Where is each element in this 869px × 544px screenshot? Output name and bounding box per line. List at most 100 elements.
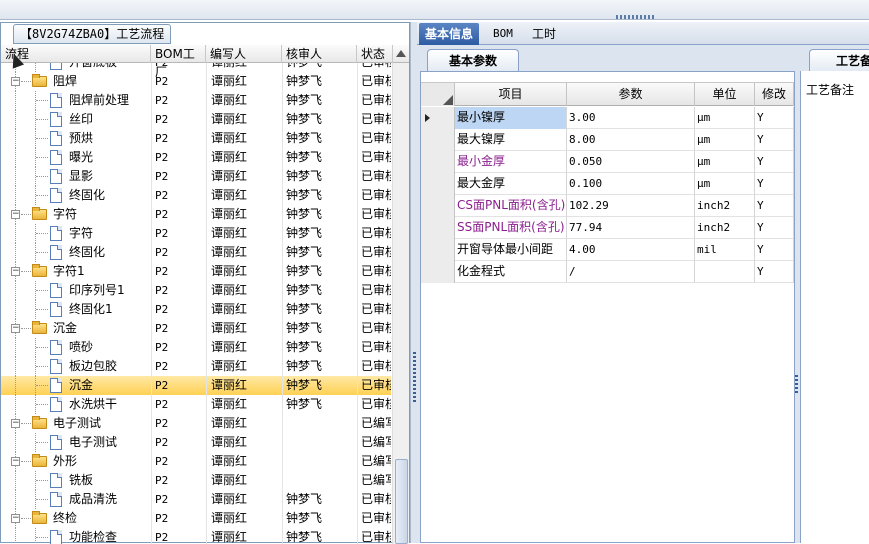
param-modify-cell[interactable]: Y xyxy=(755,129,794,151)
splitter-grip-icon[interactable] xyxy=(795,375,798,395)
header-checker[interactable]: 核审人 xyxy=(282,45,357,63)
tab-basic-params[interactable]: 基本参数 xyxy=(427,49,519,71)
tree-node-label[interactable]: 终固化 xyxy=(69,186,153,205)
tree-node-label[interactable]: 曝光 xyxy=(69,148,153,167)
param-item-cell[interactable]: 最大镍厚 xyxy=(455,129,567,151)
param-value-cell[interactable]: 0.100 xyxy=(567,173,695,195)
tree-row[interactable]: − 电子测试 P2 谭丽红 已编写 xyxy=(1,414,391,433)
tree-row[interactable]: 水洗烘干P2 谭丽红 钟梦飞 已审核 xyxy=(1,395,391,414)
tree-node-label[interactable]: 阻焊前处理 xyxy=(69,91,153,110)
tree-node-label[interactable]: 喷砂 xyxy=(69,338,153,357)
param-value-cell[interactable]: 0.050 xyxy=(567,151,695,173)
tree-row[interactable]: 曝光P2 谭丽红 钟梦飞 已审核 xyxy=(1,148,391,167)
param-row[interactable]: 最大金厚 0.100 μm Y xyxy=(421,173,794,195)
tree-row[interactable]: 开窗底板P2 谭丽红钟梦飞已审核 xyxy=(1,63,391,72)
tree-node-label[interactable]: 电子测试 xyxy=(69,433,153,452)
param-item-cell[interactable]: 开窗导体最小间距 xyxy=(455,239,567,261)
tree-scrollbar[interactable] xyxy=(392,63,409,544)
tree-row[interactable]: 丝印P2 谭丽红 钟梦飞 已审核 xyxy=(1,110,391,129)
param-item-cell[interactable]: 化金程式 xyxy=(455,261,567,283)
tree-node-label[interactable]: 开窗底板 xyxy=(69,63,153,72)
scrollbar-thumb[interactable] xyxy=(395,459,408,544)
row-indicator[interactable] xyxy=(421,151,455,173)
param-row[interactable]: 化金程式 / Y xyxy=(421,261,794,283)
param-unit-cell[interactable]: inch2 xyxy=(695,195,755,217)
collapse-toggle-icon[interactable]: − xyxy=(11,457,20,466)
param-value-cell[interactable]: 77.94 xyxy=(567,217,695,239)
collapse-toggle-icon[interactable]: − xyxy=(11,210,20,219)
tree-node-label[interactable]: 板边包胶 xyxy=(69,357,153,376)
tree-row[interactable]: − 外形 P2 谭丽红 已编写 xyxy=(1,452,391,471)
param-modify-cell[interactable]: Y xyxy=(755,239,794,261)
tree-node-label[interactable]: 沉金 xyxy=(53,319,151,338)
header-status[interactable]: 状态 xyxy=(357,45,393,63)
tab-basic-info[interactable]: 基本信息 xyxy=(419,23,480,45)
param-value-cell[interactable]: / xyxy=(567,261,695,283)
tree-node-label[interactable]: 终固化1 xyxy=(69,300,153,319)
param-item-cell[interactable]: SS面PNL面积(含孔) xyxy=(455,217,567,239)
param-unit-cell[interactable]: μm xyxy=(695,173,755,195)
tree-node-label[interactable]: 字符 xyxy=(69,224,153,243)
tree-row[interactable]: 电子测试P2 谭丽红 已编写 xyxy=(1,433,391,452)
header-value[interactable]: 参数 xyxy=(567,83,695,106)
header-unit[interactable]: 单位 xyxy=(695,83,755,106)
tree-node-label[interactable]: 沉金 xyxy=(69,376,153,395)
tree-row[interactable]: − 终检 P2 谭丽红 钟梦飞 已审核 xyxy=(1,509,391,528)
scroll-up-arrow-icon[interactable] xyxy=(396,50,406,57)
tree-node-label[interactable]: 印序列号1 xyxy=(69,281,153,300)
param-modify-cell[interactable]: Y xyxy=(755,217,794,239)
row-indicator[interactable] xyxy=(421,239,455,261)
param-row[interactable]: CS面PNL面积(含孔) 102.29 inch2 Y xyxy=(421,195,794,217)
param-modify-cell[interactable]: Y xyxy=(755,107,794,129)
tree-node-label[interactable]: 终检 xyxy=(53,509,151,528)
tree-row[interactable]: 印序列号1P2 谭丽红 钟梦飞 已审核 xyxy=(1,281,391,300)
tree-row[interactable]: 板边包胶P2 谭丽红 钟梦飞 已审核 xyxy=(1,357,391,376)
tree-row[interactable]: 成品清洗P2 谭丽红 钟梦飞 已审核 xyxy=(1,490,391,509)
tree-node-label[interactable]: 阻焊 xyxy=(53,72,151,91)
tree-node-label[interactable]: 铣板 xyxy=(69,471,153,490)
collapse-toggle-icon[interactable]: − xyxy=(11,267,20,276)
tree-node-label[interactable]: 水洗烘干 xyxy=(69,395,153,414)
panel-splitter[interactable] xyxy=(410,22,417,543)
row-indicator[interactable] xyxy=(421,217,455,239)
param-modify-cell[interactable]: Y xyxy=(755,173,794,195)
param-modify-cell[interactable]: Y xyxy=(755,195,794,217)
param-item-cell[interactable]: CS面PNL面积(含孔) xyxy=(455,195,567,217)
param-item-cell[interactable]: 最大金厚 xyxy=(455,173,567,195)
param-row[interactable]: 最大镍厚 8.00 μm Y xyxy=(421,129,794,151)
row-indicator[interactable] xyxy=(421,107,455,129)
collapse-toggle-icon[interactable]: − xyxy=(11,419,20,428)
param-item-cell[interactable]: 最小镍厚 xyxy=(455,107,567,129)
param-unit-cell[interactable]: μm xyxy=(695,129,755,151)
tree-row[interactable]: 终固化P2 谭丽红 钟梦飞 已审核 xyxy=(1,186,391,205)
param-unit-cell[interactable] xyxy=(695,261,755,283)
tree-node-label[interactable]: 终固化 xyxy=(69,243,153,262)
param-unit-cell[interactable]: μm xyxy=(695,107,755,129)
tree-node-label[interactable]: 预烘 xyxy=(69,129,153,148)
param-value-cell[interactable]: 102.29 xyxy=(567,195,695,217)
param-value-cell[interactable]: 3.00 xyxy=(567,107,695,129)
row-indicator[interactable] xyxy=(421,129,455,151)
row-indicator[interactable] xyxy=(421,261,455,283)
tree-row[interactable]: 终固化P2 谭丽红 钟梦飞 已审核 xyxy=(1,243,391,262)
tree-row[interactable]: 终固化1P2 谭丽红 钟梦飞 已审核 xyxy=(1,300,391,319)
header-bom[interactable]: BOM工厂 xyxy=(151,45,206,79)
tree-node-label[interactable]: 电子测试 xyxy=(53,414,151,433)
param-unit-cell[interactable]: inch2 xyxy=(695,217,755,239)
tree-row[interactable]: 喷砂P2 谭丽红 钟梦飞 已审核 xyxy=(1,338,391,357)
tree-node-label[interactable]: 丝印 xyxy=(69,110,153,129)
header-item[interactable]: 项目 xyxy=(455,83,567,106)
tab-bom[interactable]: BOM xyxy=(487,23,519,45)
tree-row[interactable]: − 沉金 P2 谭丽红 钟梦飞 已审核 xyxy=(1,319,391,338)
tab-process-remark[interactable]: 工艺备 xyxy=(809,49,869,71)
tree-node-label[interactable]: 功能检查 xyxy=(69,528,153,544)
param-row[interactable]: 最小镍厚 3.00 μm Y xyxy=(421,107,794,129)
tab-work-hours[interactable]: 工时 xyxy=(526,23,562,45)
tree-row[interactable]: 阻焊前处理P2 谭丽红 钟梦飞 已审核 xyxy=(1,91,391,110)
param-row[interactable]: 开窗导体最小间距 4.00 mil Y xyxy=(421,239,794,261)
tree-node-label[interactable]: 字符1 xyxy=(53,262,151,281)
tree-row[interactable]: 功能检查P2 谭丽红 钟梦飞 已审核 xyxy=(1,528,391,544)
tree-row[interactable]: 显影P2 谭丽红 钟梦飞 已审核 xyxy=(1,167,391,186)
param-modify-cell[interactable]: Y xyxy=(755,151,794,173)
tree-row[interactable]: − 字符1 P2 谭丽红 钟梦飞 已审核 xyxy=(1,262,391,281)
